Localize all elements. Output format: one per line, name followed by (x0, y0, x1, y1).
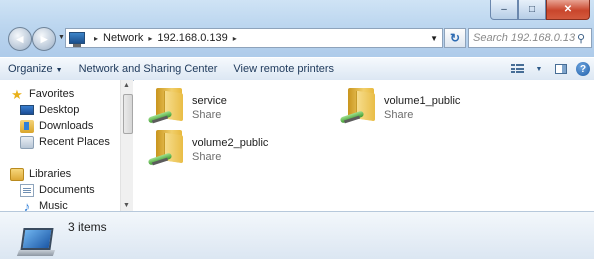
details-pane: 3 items (0, 211, 594, 259)
toolbar-right-group: ▼ ? (506, 58, 594, 80)
recent-pages-dropdown[interactable]: ▼ (58, 34, 65, 41)
share-name: service (192, 95, 227, 107)
computer-icon (20, 228, 54, 250)
back-arrow-icon: ◂ (16, 31, 24, 46)
preview-pane-icon (555, 64, 567, 74)
nav-libraries-label: Libraries (29, 168, 72, 180)
refresh-icon: ↻ (449, 31, 461, 45)
navigation-pane: ★ Favorites Desktop Downloads Recent Pla… (0, 80, 120, 213)
share-name: volume1_public (384, 95, 461, 107)
desktop-icon (20, 105, 34, 115)
preview-pane-button[interactable] (550, 58, 572, 80)
file-list: service Share volume1_public Share volum… (134, 80, 594, 211)
search-box[interactable]: ⚲ (468, 28, 592, 48)
network-icon (69, 32, 85, 47)
help-button[interactable]: ? (572, 58, 594, 80)
nav-recent-places[interactable]: Recent Places (20, 134, 110, 150)
back-button[interactable]: ◂ (8, 27, 32, 51)
computer-base-icon (16, 250, 56, 256)
view-list-icon (511, 64, 524, 74)
forward-arrow-icon: ▸ (40, 31, 48, 46)
explorer-window: ‒ □ ✕ ◂ ▸ ▼ ▸ Network ▸ 192.168.0.139 ▸ … (0, 0, 594, 259)
forward-button[interactable]: ▸ (32, 27, 56, 51)
refresh-button[interactable]: ↻ (444, 28, 466, 48)
share-type: Share (384, 109, 414, 121)
nav-recent-places-label: Recent Places (39, 136, 110, 148)
documents-icon (20, 183, 34, 197)
address-history-dropdown-icon[interactable]: ▼ (430, 34, 438, 43)
minimize-button[interactable]: ‒ (490, 0, 518, 20)
scroll-up-icon[interactable]: ▲ (123, 82, 130, 89)
chevron-down-icon: ▼ (55, 67, 63, 74)
network-share-folder-icon (147, 126, 188, 168)
star-icon: ★ (11, 86, 23, 102)
nav-documents[interactable]: Documents (20, 182, 95, 198)
share-item-volume2-public[interactable]: volume2_public Share (147, 126, 269, 168)
network-sharing-center-button[interactable]: Network and Sharing Center (71, 58, 226, 80)
nav-documents-label: Documents (39, 184, 95, 196)
nav-downloads-label: Downloads (39, 120, 94, 132)
chevron-down-icon: ▼ (535, 65, 543, 73)
share-type: Share (192, 151, 222, 163)
organize-button[interactable]: Organize ▼ (0, 58, 71, 80)
breadcrumb-network[interactable]: Network (103, 32, 143, 44)
downloads-icon (20, 119, 34, 133)
nav-desktop[interactable]: Desktop (20, 102, 79, 118)
scroll-down-icon[interactable]: ▼ (123, 202, 130, 209)
nav-downloads[interactable]: Downloads (20, 118, 93, 134)
item-count: 3 items (68, 220, 107, 234)
share-item-volume1-public[interactable]: volume1_public Share (339, 84, 461, 126)
address-bar[interactable]: ▸ Network ▸ 192.168.0.139 ▸ ▼ (65, 28, 443, 48)
search-icon[interactable]: ⚲ (577, 32, 585, 45)
organize-label: Organize (8, 63, 53, 75)
close-button[interactable]: ✕ (546, 0, 590, 20)
breadcrumb-separator[interactable]: ▸ (233, 34, 237, 43)
breadcrumb-separator[interactable]: ▸ (94, 34, 98, 43)
nav-libraries[interactable]: Libraries (10, 166, 71, 182)
libraries-icon (10, 167, 24, 181)
change-view-button[interactable] (506, 58, 528, 80)
share-name: volume2_public (192, 137, 269, 149)
breadcrumb-separator[interactable]: ▸ (148, 34, 152, 43)
nav-favorites-label: Favorites (29, 88, 75, 100)
command-bar: Organize ▼ Network and Sharing Center Vie… (0, 57, 594, 81)
nav-favorites[interactable]: ★ Favorites (10, 86, 74, 102)
recent-places-icon (20, 135, 34, 149)
nav-desktop-label: Desktop (39, 104, 80, 116)
search-input[interactable] (473, 32, 575, 44)
view-remote-printers-button[interactable]: View remote printers (225, 58, 342, 80)
scrollbar-thumb[interactable] (123, 94, 133, 134)
network-share-folder-icon (147, 84, 188, 126)
share-item-service[interactable]: service Share (147, 84, 227, 126)
window-controls: ‒ □ ✕ (490, 0, 590, 20)
breadcrumb-host[interactable]: 192.168.0.139 (157, 32, 227, 44)
help-icon: ? (576, 62, 590, 76)
maximize-button[interactable]: □ (518, 0, 546, 20)
view-dropdown[interactable]: ▼ (528, 58, 550, 80)
title-address-area: ‒ □ ✕ ◂ ▸ ▼ ▸ Network ▸ 192.168.0.139 ▸ … (0, 0, 594, 57)
share-type: Share (192, 109, 222, 121)
network-share-folder-icon (339, 84, 380, 126)
nav-pane-scrollbar[interactable]: ▲ ▼ (120, 80, 133, 211)
